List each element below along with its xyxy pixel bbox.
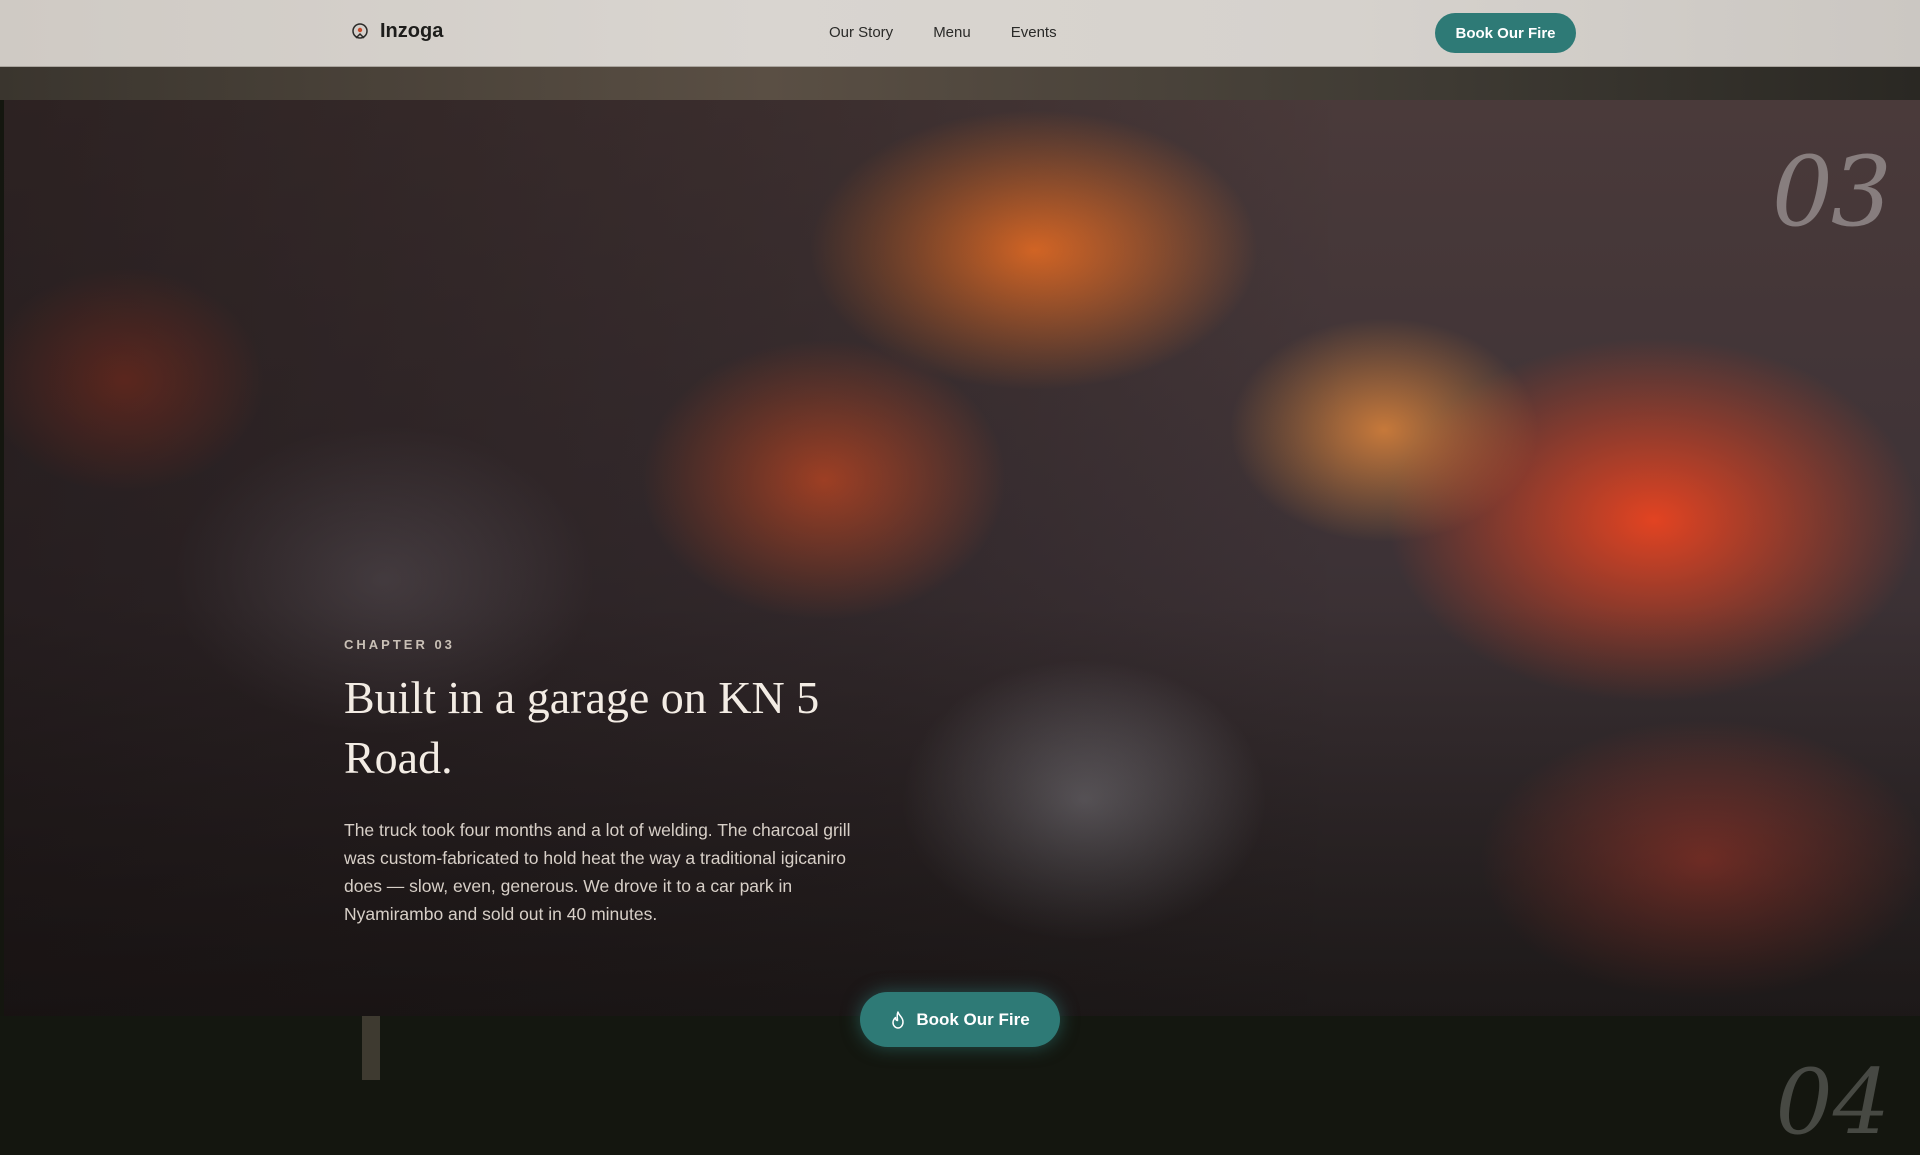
nav-link-our-story[interactable]: Our Story	[829, 24, 893, 41]
chapter-number: 03	[1771, 136, 1892, 248]
book-our-fire-button[interactable]: Book Our Fire	[1435, 13, 1576, 53]
section-divider-bar	[362, 1016, 380, 1080]
chapter-eyebrow: CHAPTER 03	[344, 637, 455, 652]
hero-body: The truck took four months and a lot of …	[344, 820, 851, 924]
floating-book-button[interactable]: Book Our Fire	[860, 992, 1060, 1047]
chapter-03-hero: 03 CHAPTER 03 Built in a garage on KN 5 …	[4, 100, 1920, 1016]
flame-icon	[892, 1010, 905, 1029]
hero-title: Built in a garage on KN 5 Road.	[344, 672, 820, 783]
brand-name: Inzoga	[380, 20, 444, 42]
nav-link-menu[interactable]: Menu	[933, 24, 971, 41]
hero-content: CHAPTER 03 Built in a garage on KN 5 Roa…	[344, 637, 864, 928]
logo-icon	[352, 22, 368, 39]
brand[interactable]: Inzoga	[350, 20, 443, 43]
nav-links: Our Story Menu Events	[829, 24, 1057, 41]
next-chapter-number: 04	[1775, 1050, 1890, 1155]
section-divider-strip	[0, 66, 1920, 100]
nav-link-events[interactable]: Events	[1011, 24, 1057, 41]
floating-book-label: Book Our Fire	[916, 1009, 1030, 1029]
top-nav: Inzoga Our Story Menu Events Book Our Fi…	[0, 0, 1920, 67]
hero-overlay	[4, 100, 1920, 1016]
